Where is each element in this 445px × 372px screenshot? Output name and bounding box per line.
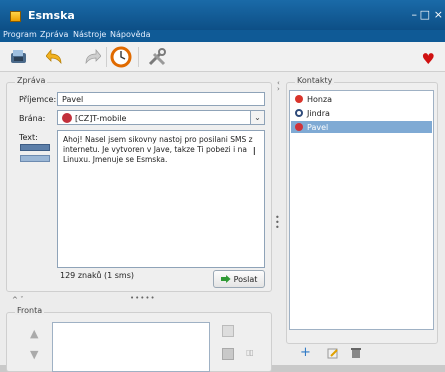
menu-napoveda[interactable]: Nápověda: [110, 30, 151, 39]
menu-zprava[interactable]: Zpráva: [40, 30, 68, 39]
text-label: Text:: [19, 133, 38, 142]
send-label: Poslat: [233, 274, 258, 284]
gateway-select[interactable]: [CZ]T-mobile ⌄: [57, 110, 265, 125]
message-textarea[interactable]: Ahoj! Nasel jsem sikovny nastoj pro posi…: [57, 130, 265, 268]
splitter-arrows-icon[interactable]: ‹ ›: [277, 80, 280, 93]
contact-name: Honza: [307, 94, 333, 104]
title-bar: Esmska – □ ×: [0, 0, 445, 30]
contacts-group-title: Kontakty: [295, 76, 335, 85]
move-down-icon[interactable]: ▼: [30, 348, 38, 361]
edit-queue-icon[interactable]: [222, 325, 234, 337]
delete-contact-icon[interactable]: [350, 347, 362, 359]
contact-item-pavel[interactable]: Pavel: [291, 121, 432, 133]
toolbar-separator: [106, 47, 107, 67]
menu-bar: Program Zpráva Nástroje Nápověda: [0, 30, 445, 42]
window-title: Esmska: [28, 9, 75, 22]
gateway-label: Brána:: [19, 114, 46, 123]
contacts-list[interactable]: Honza Jindra Pavel: [289, 90, 434, 330]
send-button[interactable]: Poslat: [213, 270, 265, 288]
gateway-value: [CZ]T-mobile: [75, 114, 127, 123]
redo-icon[interactable]: [80, 46, 102, 68]
format-bar-icon[interactable]: [20, 144, 50, 151]
contact-item-honza[interactable]: Honza: [291, 93, 432, 105]
queue-group-title: Fronta: [15, 306, 45, 315]
delete-queue-icon[interactable]: [222, 348, 234, 360]
contact-item-jindra[interactable]: Jindra: [291, 107, 432, 119]
history-icon[interactable]: [110, 46, 132, 68]
recipient-label: Příjemce:: [19, 95, 57, 104]
undo-icon[interactable]: [45, 46, 67, 68]
main-window: Esmska – □ × Program Zpráva Nástroje Náp…: [0, 0, 445, 372]
edit-contact-icon[interactable]: [327, 347, 339, 359]
operator-icon: [295, 109, 303, 117]
character-counter: 129 znaků (1 sms): [60, 271, 134, 280]
minimize-button[interactable]: –: [412, 8, 418, 21]
message-text: Ahoj! Nasel jsem sikovny nastoj pro posi…: [63, 135, 253, 164]
operator-icon: [295, 123, 303, 131]
send-icon[interactable]: [8, 46, 30, 68]
app-icon: [10, 11, 21, 22]
donate-heart-icon[interactable]: ♥: [422, 50, 435, 68]
send-arrow-icon: [220, 275, 231, 283]
close-button[interactable]: ×: [434, 8, 443, 21]
recipient-input[interactable]: Pavel: [57, 92, 265, 106]
move-up-icon[interactable]: ▲: [30, 327, 38, 340]
text-cursor-icon: I: [252, 145, 256, 158]
contact-name: Jindra: [307, 108, 330, 118]
format-bar-icon[interactable]: [20, 155, 50, 162]
recipient-value: Pavel: [62, 95, 84, 104]
operator-icon: [295, 95, 303, 103]
toolbar: ♥: [0, 42, 445, 72]
vertical-splitter-handle[interactable]: • • •: [275, 214, 281, 232]
toolbar-separator: [138, 47, 139, 67]
horizontal-splitter-handle[interactable]: •••••: [130, 294, 156, 302]
message-group-title: Zpráva: [15, 76, 48, 85]
contact-name: Pavel: [307, 122, 329, 132]
maximize-button[interactable]: □: [420, 8, 430, 21]
menu-program[interactable]: Program: [3, 30, 37, 39]
collapse-arrows-icon[interactable]: ^ ˇ: [12, 296, 24, 304]
settings-icon[interactable]: [146, 46, 168, 68]
gateway-operator-icon: [62, 113, 72, 123]
chevron-down-icon[interactable]: ⌄: [250, 111, 264, 124]
pause-queue-icon[interactable]: ▯▯: [246, 348, 254, 357]
menu-nastroje[interactable]: Nástroje: [73, 30, 106, 39]
add-contact-icon[interactable]: +: [300, 346, 312, 359]
